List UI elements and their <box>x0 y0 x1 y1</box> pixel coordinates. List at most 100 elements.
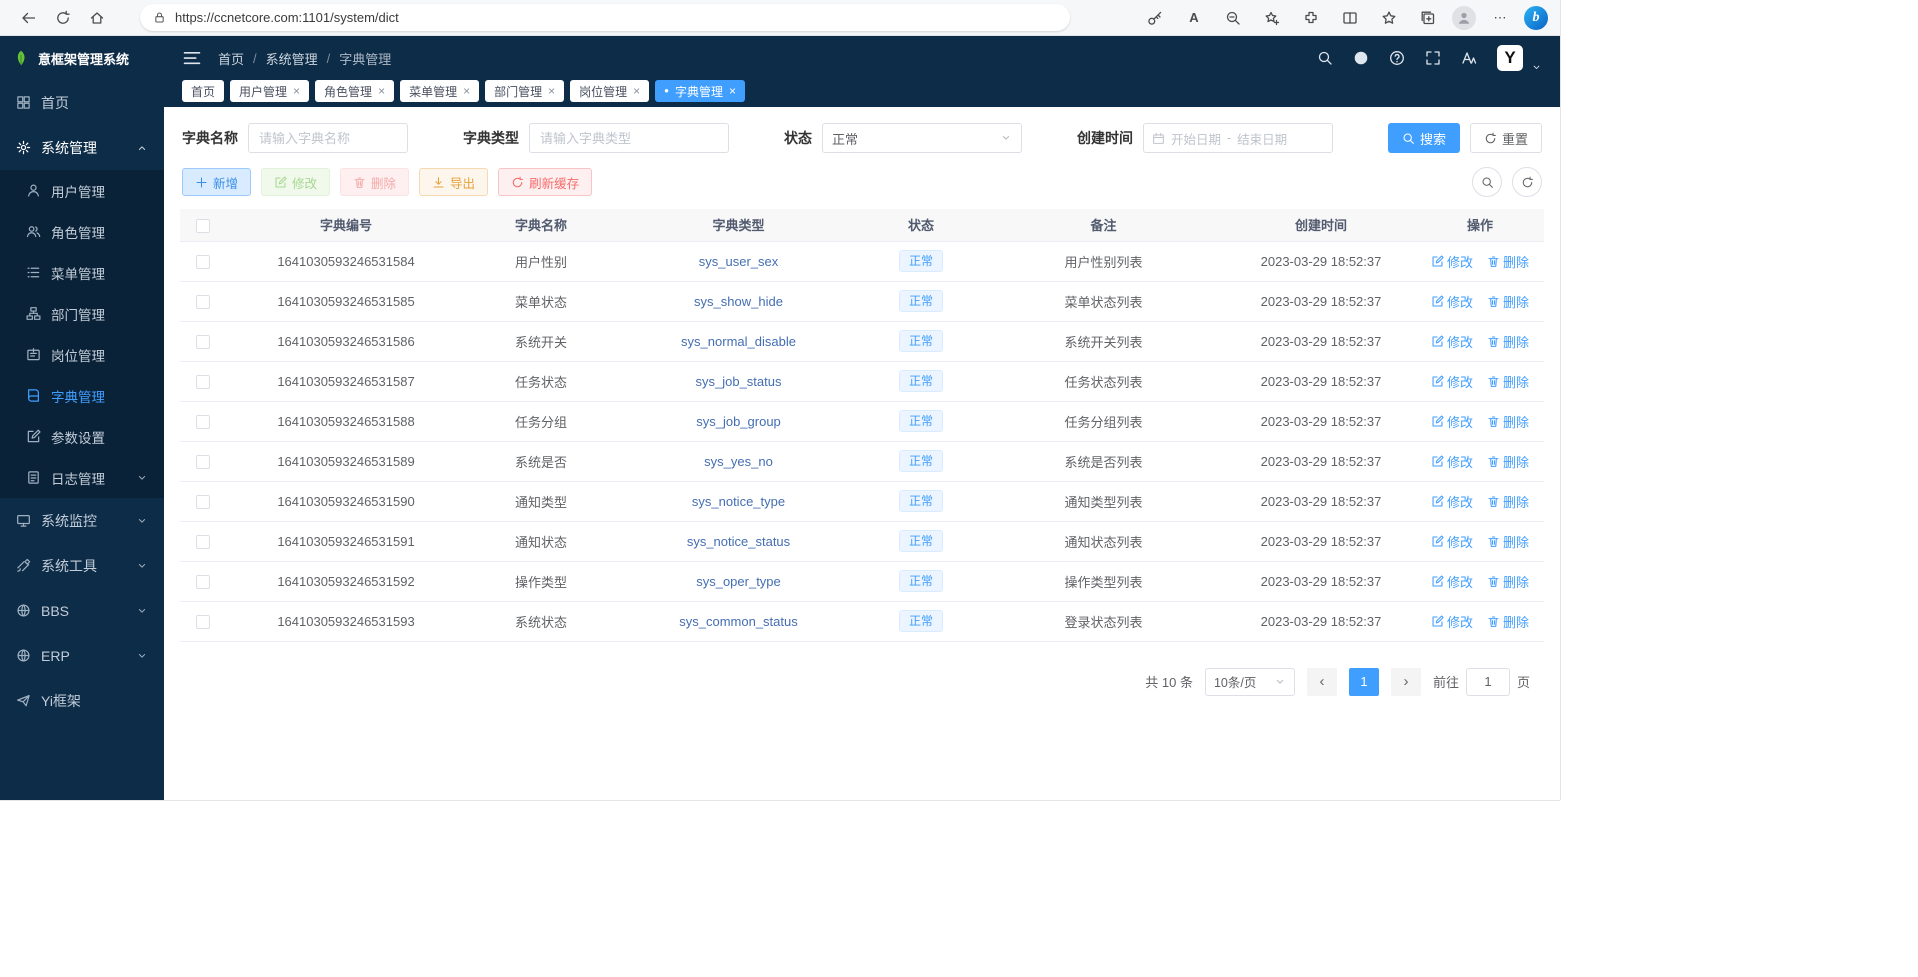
collapse-sidebar-icon[interactable] <box>182 48 202 68</box>
reload-button[interactable] <box>46 3 80 33</box>
row-checkbox[interactable] <box>196 575 210 589</box>
sidebar-item-param-settings[interactable]: 参数设置 <box>0 416 164 457</box>
page-1-button[interactable]: 1 <box>1349 668 1379 696</box>
table-row[interactable]: 1641030593246531586系统开关sys_normal_disabl… <box>180 321 1544 361</box>
breadcrumb-system-mgmt[interactable]: 系统管理 <box>266 49 318 68</box>
sidebar-item-post-mgmt[interactable]: 岗位管理 <box>0 334 164 375</box>
table-row[interactable]: 1641030593246531587任务状态sys_job_status正常任… <box>180 361 1544 401</box>
row-delete-link[interactable]: 删除 <box>1487 452 1529 471</box>
sidebar-item-erp[interactable]: ERP <box>0 633 164 678</box>
row-delete-link[interactable]: 删除 <box>1487 612 1529 631</box>
dict-type-link[interactable]: sys_yes_no <box>704 454 773 469</box>
tab-post-mgmt[interactable]: 岗位管理× <box>570 80 649 102</box>
sidebar-item-role-mgmt[interactable]: 角色管理 <box>0 211 164 252</box>
row-delete-link[interactable]: 删除 <box>1487 532 1529 551</box>
back-button[interactable] <box>12 3 46 33</box>
tab-close-icon[interactable]: × <box>633 85 640 97</box>
table-row[interactable]: 1641030593246531590通知类型sys_notice_type正常… <box>180 481 1544 521</box>
sidebar-item-log-mgmt[interactable]: 日志管理 <box>0 457 164 498</box>
browser-menu-button[interactable]: ⋯ <box>1485 4 1515 32</box>
table-row[interactable]: 1641030593246531588任务分组sys_job_group正常任务… <box>180 401 1544 441</box>
row-checkbox[interactable] <box>196 375 210 389</box>
row-checkbox[interactable] <box>196 615 210 629</box>
row-edit-link[interactable]: 修改 <box>1431 252 1473 271</box>
prev-page-button[interactable]: ‹ <box>1307 668 1337 696</box>
table-row[interactable]: 1641030593246531593系统状态sys_common_status… <box>180 601 1544 641</box>
avatar-caret-icon[interactable] <box>1531 62 1542 73</box>
github-icon[interactable] <box>1353 50 1369 66</box>
dict-type-input[interactable] <box>529 123 729 153</box>
row-edit-link[interactable]: 修改 <box>1431 492 1473 511</box>
split-screen-button[interactable] <box>1335 4 1365 32</box>
status-select[interactable]: 正常 <box>822 123 1022 153</box>
dict-name-input[interactable] <box>248 123 408 153</box>
extensions-button[interactable] <box>1296 4 1326 32</box>
row-edit-link[interactable]: 修改 <box>1431 612 1473 631</box>
password-manager-button[interactable] <box>1140 4 1170 32</box>
row-checkbox[interactable] <box>196 255 210 269</box>
table-row[interactable]: 1641030593246531592操作类型sys_oper_type正常操作… <box>180 561 1544 601</box>
tab-role-mgmt[interactable]: 角色管理× <box>315 80 394 102</box>
tab-dept-mgmt[interactable]: 部门管理× <box>485 80 564 102</box>
row-checkbox[interactable] <box>196 295 210 309</box>
row-checkbox[interactable] <box>196 535 210 549</box>
dict-type-link[interactable]: sys_normal_disable <box>681 334 796 349</box>
tab-close-icon[interactable]: × <box>463 85 470 97</box>
collections-button[interactable] <box>1413 4 1443 32</box>
row-edit-link[interactable]: 修改 <box>1431 372 1473 391</box>
dict-type-link[interactable]: sys_common_status <box>679 614 798 629</box>
browser-profile-button[interactable] <box>1452 6 1476 30</box>
edit-button[interactable]: 修改 <box>261 168 330 196</box>
delete-button[interactable]: 删除 <box>340 168 409 196</box>
row-edit-link[interactable]: 修改 <box>1431 292 1473 311</box>
table-row[interactable]: 1641030593246531589系统是否sys_yes_no正常系统是否列… <box>180 441 1544 481</box>
dict-type-link[interactable]: sys_oper_type <box>696 574 781 589</box>
dict-type-link[interactable]: sys_job_group <box>696 414 781 429</box>
breadcrumb-home[interactable]: 首页 <box>218 49 244 68</box>
row-edit-link[interactable]: 修改 <box>1431 572 1473 591</box>
dict-type-link[interactable]: sys_show_hide <box>694 294 783 309</box>
dict-type-link[interactable]: sys_user_sex <box>699 254 778 269</box>
reset-button[interactable]: 重置 <box>1470 123 1542 153</box>
tab-close-icon[interactable]: × <box>293 85 300 97</box>
refresh-cache-button[interactable]: 刷新缓存 <box>498 168 592 196</box>
row-delete-link[interactable]: 删除 <box>1487 372 1529 391</box>
sidebar-item-dict-mgmt[interactable]: 字典管理 <box>0 375 164 416</box>
table-row[interactable]: 1641030593246531584用户性别sys_user_sex正常用户性… <box>180 241 1544 281</box>
tab-close-icon[interactable]: × <box>548 85 555 97</box>
font-size-icon[interactable] <box>1461 50 1477 66</box>
address-bar[interactable]: https://ccnetcore.com:1101/system/dict <box>140 4 1070 31</box>
row-checkbox[interactable] <box>196 455 210 469</box>
add-button[interactable]: 新增 <box>182 168 251 196</box>
dict-type-link[interactable]: sys_job_status <box>696 374 782 389</box>
date-range-picker[interactable]: 开始日期 - 结束日期 <box>1143 123 1333 153</box>
sidebar-item-bbs[interactable]: BBS <box>0 588 164 633</box>
refresh-table-button[interactable] <box>1512 167 1542 197</box>
row-delete-link[interactable]: 删除 <box>1487 572 1529 591</box>
row-delete-link[interactable]: 删除 <box>1487 412 1529 431</box>
sidebar-item-user-mgmt[interactable]: 用户管理 <box>0 170 164 211</box>
page-size-select[interactable]: 10条/页 <box>1205 668 1295 696</box>
dict-type-link[interactable]: sys_notice_status <box>687 534 790 549</box>
row-delete-link[interactable]: 删除 <box>1487 332 1529 351</box>
row-delete-link[interactable]: 删除 <box>1487 292 1529 311</box>
row-checkbox[interactable] <box>196 495 210 509</box>
header-search-icon[interactable] <box>1317 50 1333 66</box>
row-delete-link[interactable]: 删除 <box>1487 492 1529 511</box>
read-aloud-button[interactable]: A <box>1179 4 1209 32</box>
sidebar-item-home[interactable]: 首页 <box>0 80 164 125</box>
sidebar-item-dept-mgmt[interactable]: 部门管理 <box>0 293 164 334</box>
browser-home-button[interactable] <box>80 3 114 33</box>
tab-user-mgmt[interactable]: 用户管理× <box>230 80 309 102</box>
sidebar-item-menu-mgmt[interactable]: 菜单管理 <box>0 252 164 293</box>
tab-close-icon[interactable]: × <box>729 85 736 97</box>
user-avatar[interactable]: Y <box>1497 45 1523 71</box>
fullscreen-icon[interactable] <box>1425 50 1441 66</box>
help-icon[interactable] <box>1389 50 1405 66</box>
row-checkbox[interactable] <box>196 415 210 429</box>
tab-close-icon[interactable]: × <box>378 85 385 97</box>
copilot-button[interactable]: b <box>1524 6 1548 30</box>
sidebar-item-system-tools[interactable]: 系统工具 <box>0 543 164 588</box>
toggle-search-button[interactable] <box>1472 167 1502 197</box>
table-row[interactable]: 1641030593246531591通知状态sys_notice_status… <box>180 521 1544 561</box>
